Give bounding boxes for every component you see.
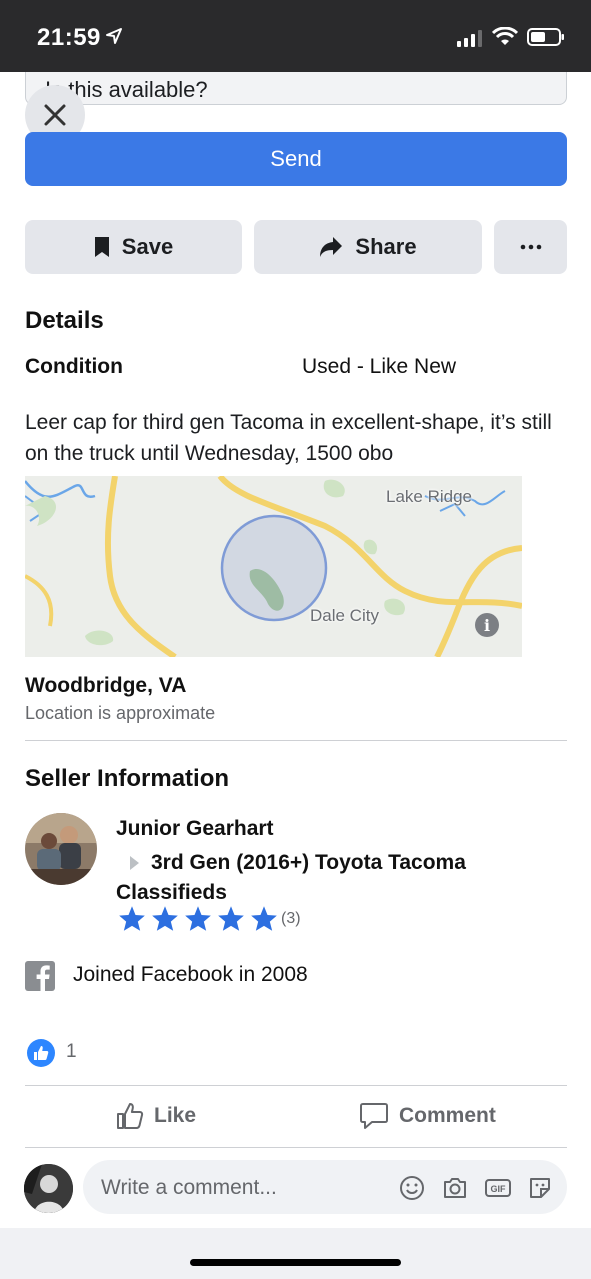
comment-bubble-icon [360,1103,388,1129]
comment-button[interactable]: Comment [359,1098,496,1134]
caret-right-icon [130,856,139,871]
sticker-icon[interactable] [527,1175,553,1201]
condition-label: Condition [25,355,123,378]
details-heading: Details [25,307,104,334]
joined-facebook-text: Joined Facebook in 2008 [73,963,308,986]
facebook-icon [25,961,55,991]
seller-rating[interactable]: (3) [118,905,301,932]
share-label: Share [355,234,417,259]
seller-group[interactable]: 3rd Gen (2016+) Toyota Tacoma Classified… [116,848,536,908]
comment-input[interactable]: Write a comment... GIF [83,1160,567,1214]
map-label-dale-city: Dale City [310,606,379,625]
like-count[interactable]: 1 [66,1041,77,1063]
comment-label: Comment [399,1104,496,1127]
svg-text:GIF: GIF [491,1184,507,1194]
camera-icon[interactable] [442,1175,468,1201]
section-divider [25,1085,567,1086]
seller-heading: Seller Information [25,765,230,792]
listing-description: Leer cap for third gen Tacoma in excelle… [25,411,552,465]
save-label: Save [121,234,174,259]
thumbs-up-icon [117,1103,144,1129]
star-icon [119,906,145,931]
map-label-lake-ridge: Lake Ridge [386,487,473,506]
star-icon [251,906,277,931]
like-reaction-icon[interactable] [27,1039,55,1067]
seller-name[interactable]: Junior Gearhart [116,817,274,841]
status-time: 21:59 [37,24,101,51]
location-map[interactable]: Lake Ridge Dale City i [25,476,522,657]
message-input[interactable]: Is this available? [25,72,567,105]
share-button[interactable]: Share [254,220,482,274]
bookmark-icon [94,237,109,257]
star-icon [218,906,244,931]
star-icon [185,906,211,931]
save-button[interactable]: Save [25,220,242,274]
listing-sheet: Is this available? Send Save Share Detai… [0,72,591,1228]
emoji-icon[interactable] [399,1175,425,1201]
like-label: Like [154,1104,197,1127]
location-arrow-icon [105,27,123,50]
location-note: Location is approximate [25,703,216,723]
gif-icon[interactable]: GIF [484,1175,512,1201]
map-info-icon[interactable]: i [475,613,499,637]
comment-placeholder: Write a comment... [101,1176,277,1199]
rating-count: (3) [281,909,301,927]
cellular-signal-icon [457,30,483,52]
wifi-icon [491,26,519,52]
seller-group-name: 3rd Gen (2016+) Toyota Tacoma Classified… [116,851,466,904]
more-dots-icon [520,244,541,250]
section-divider [25,1147,567,1148]
condition-value: Used - Like New [302,355,457,378]
battery-icon [527,28,565,51]
share-arrow-icon [320,237,343,257]
close-icon [44,104,66,126]
star-icon [152,906,178,931]
seller-avatar[interactable] [25,813,97,885]
location-city: Woodbridge, VA [25,674,187,697]
like-button[interactable]: Like [116,1098,196,1134]
section-divider [25,740,567,741]
home-indicator[interactable] [190,1259,401,1266]
send-button[interactable]: Send [25,132,567,186]
status-bar: 21:59 [0,0,591,72]
user-avatar[interactable] [24,1164,73,1213]
more-options-button[interactable] [494,220,567,274]
